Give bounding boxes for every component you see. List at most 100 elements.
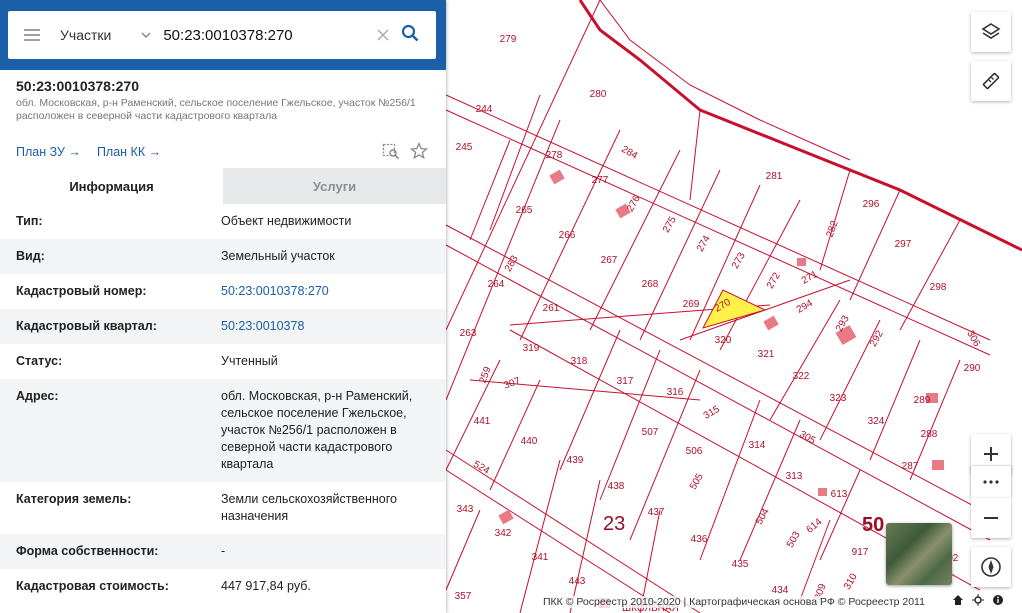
parcel-label: 319	[523, 343, 540, 354]
parcel-label: 341	[532, 552, 549, 563]
parcel-label: 507	[642, 427, 659, 438]
collapse-panel-button[interactable]	[446, 22, 462, 48]
info-row-value: Объект недвижимости	[221, 214, 352, 228]
parcel-label: 290	[964, 363, 981, 374]
object-address: обл. Московская, р-н Раменский, сельское…	[16, 97, 416, 122]
parcel-label: 280	[590, 89, 607, 100]
info-row-key: Кадастровая стоимость:	[16, 579, 169, 593]
info-row-key: Кадастровый номер:	[16, 284, 147, 298]
parcel-label: 504	[754, 506, 772, 526]
info-icon[interactable]	[992, 594, 1004, 609]
parcel-label: 305	[797, 429, 817, 447]
bottom-icons	[952, 594, 1004, 609]
parcel-label: 264	[488, 279, 505, 290]
parcel-label: 292	[868, 328, 886, 348]
info-row-key: Статус:	[16, 354, 63, 368]
chevron-down-icon[interactable]	[141, 30, 151, 40]
search-input[interactable]	[163, 26, 364, 44]
search-box: Участки	[8, 11, 436, 59]
info-row-value[interactable]: 50:23:0010378	[221, 318, 431, 335]
parcel-label: 357	[455, 591, 472, 602]
measure-button[interactable]	[971, 61, 1011, 101]
info-row-key: Тип:	[16, 214, 43, 228]
info-row-value: -	[221, 544, 226, 558]
info-row: Вид: Земельный участок	[0, 239, 446, 274]
parcel-label: 343	[457, 504, 474, 515]
parcel-label: 342	[495, 528, 512, 539]
info-row-value: 447 917,84 руб.	[221, 579, 311, 593]
parcel-label: 261	[543, 303, 560, 314]
search-icon[interactable]	[401, 24, 419, 47]
parcel-label: 613	[831, 489, 848, 500]
parcel-label: 281	[766, 171, 783, 182]
info-row: Адрес: обл. Московская, р-н Раменский, се…	[0, 379, 446, 482]
parcel-label: 315	[702, 404, 722, 422]
plan-kk-link[interactable]: План КК →	[97, 145, 161, 159]
info-row-key: Форма собственности:	[16, 544, 159, 558]
compass-icon	[981, 557, 1001, 577]
layers-icon	[981, 23, 1001, 39]
clear-icon[interactable]	[377, 25, 389, 46]
parcel-label: 289	[914, 395, 931, 406]
info-row-key: Категория земель:	[16, 492, 132, 506]
parcel-label: 268	[642, 279, 659, 290]
parcel-label: 310	[842, 571, 860, 591]
info-row: Тип: Объект недвижимости	[0, 204, 446, 239]
favorite-star-icon[interactable]	[409, 141, 429, 165]
basemap-switcher[interactable]	[886, 523, 952, 585]
parcel-label: 277	[592, 175, 609, 186]
parcel-label: 505	[688, 471, 706, 491]
zoom-out-button[interactable]	[971, 498, 1011, 538]
compass-button[interactable]	[971, 547, 1011, 587]
info-row-value: обл. Московская, р-н Раменский, сельское…	[221, 389, 413, 471]
locate-icon[interactable]	[972, 594, 984, 609]
parcel-label: 316	[667, 387, 684, 398]
parcel-label: 314	[749, 440, 766, 451]
ruler-icon	[982, 72, 1000, 90]
tab-info[interactable]: Информация	[0, 168, 223, 204]
parcel-label: 275	[661, 214, 679, 234]
info-row-value[interactable]: 50:23:0010378:270	[221, 283, 431, 300]
parcel-label: 288	[921, 429, 938, 440]
parcel-label: 266	[559, 230, 576, 241]
search-bar: Участки	[0, 0, 446, 70]
parcel-label: 306	[964, 329, 982, 349]
parcel-boundary-main	[578, 0, 1022, 252]
parcel-label: 323	[830, 393, 847, 404]
info-row: Форма собственности: -	[0, 534, 446, 569]
parcel-label: 297	[895, 239, 912, 250]
parcel-label: 917	[852, 547, 869, 558]
parcel-label: 279	[500, 34, 517, 45]
plan-zu-link[interactable]: План ЗУ →	[16, 145, 81, 159]
object-header: 50:23:0010378:270 обл. Московская, р-н Р…	[16, 78, 426, 123]
parcel-label: 298	[930, 282, 947, 293]
parcel-label: 443	[569, 576, 586, 587]
plan-links: План ЗУ → План КК →	[16, 145, 161, 159]
info-row-value: Учтенный	[221, 354, 278, 368]
zoom-to-object-icon[interactable]	[382, 142, 400, 165]
parcel-label: 318	[571, 356, 588, 367]
left-panel: Участки 50:23:0010378:270 обл. Московска…	[0, 0, 446, 613]
parcel-label: 296	[863, 199, 880, 210]
tab-services[interactable]: Услуги	[223, 168, 446, 204]
quarter-label-50: 50	[862, 514, 884, 536]
parcel-label: 321	[758, 349, 775, 360]
zoom-options-button[interactable]	[971, 466, 1011, 498]
parcel-label: 265	[516, 205, 533, 216]
menu-icon[interactable]	[24, 29, 40, 41]
parcel-label: 506	[686, 446, 703, 457]
parcel-label: 272	[765, 270, 783, 290]
object-actions	[382, 141, 429, 165]
copyright-text: ПКК © Росреестр 2010-2020 | Картографиче…	[540, 596, 928, 608]
info-row-key: Адрес:	[16, 389, 59, 403]
parcel-label: 282	[825, 219, 841, 239]
parcel-label: 503	[785, 529, 803, 549]
layers-button[interactable]	[971, 12, 1011, 52]
home-icon[interactable]	[952, 594, 964, 609]
parcel-label: 614	[804, 516, 824, 535]
parcel-label: 267	[601, 255, 618, 266]
object-cad-number: 50:23:0010378:270	[16, 78, 139, 94]
dots-icon	[983, 480, 999, 484]
layer-select[interactable]: Участки	[60, 27, 111, 43]
info-row-key: Вид:	[16, 249, 45, 263]
